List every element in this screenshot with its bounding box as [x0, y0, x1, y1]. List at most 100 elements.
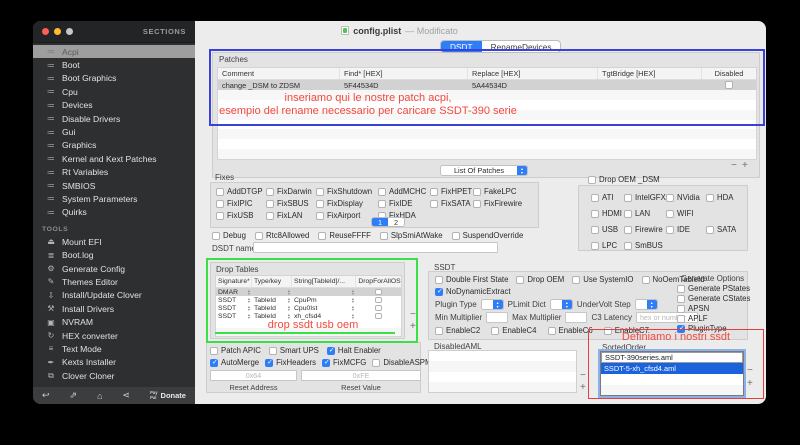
checkbox-enablec6[interactable]: EnableC6: [547, 326, 593, 335]
checkbox-nodynamicextract[interactable]: NoDynamicExtract: [435, 287, 511, 296]
tab-renamedevices[interactable]: RenameDevices: [482, 41, 561, 52]
checkbox-apsn[interactable]: APSN: [677, 304, 709, 313]
reset-value-field[interactable]: 0xFE: [301, 370, 421, 381]
checkbox-nvidia[interactable]: NVidia: [666, 193, 706, 202]
checkbox-disableaspm[interactable]: DisableASPM: [372, 358, 431, 367]
sidebar-item-devices[interactable]: ≔ Devices: [33, 99, 195, 112]
dsdt-name-field[interactable]: [253, 242, 498, 253]
checkbox-fixdarwin[interactable]: FixDarwin: [266, 187, 316, 196]
checkbox-enablec7[interactable]: EnableC7: [603, 326, 649, 335]
checkbox-addmchc[interactable]: AddMCHC: [378, 187, 430, 196]
checkbox-suspendoverride[interactable]: SuspendOverride: [451, 231, 523, 240]
checkbox-fixipic[interactable]: FixIPIC: [216, 199, 266, 208]
stepper-icon[interactable]: ▴ ▾: [288, 312, 290, 319]
checkbox-fixfirewire[interactable]: FixFirewire: [473, 199, 538, 208]
col-replace-hex[interactable]: Replace [HEX]: [468, 68, 598, 79]
checkbox-ide[interactable]: IDE: [666, 225, 706, 234]
tab-dsdt[interactable]: DSDT: [441, 41, 482, 52]
remove-sorted-order-button[interactable]: −: [747, 366, 753, 376]
sidebar-item-smbios[interactable]: ≔ SMBIOS: [33, 179, 195, 192]
stepper-icon[interactable]: ▴ ▾: [352, 296, 354, 303]
dropforallos-checkbox[interactable]: [375, 288, 382, 296]
donate-button[interactable]: Pay Pal Donate: [150, 391, 186, 400]
checkbox-generate-pstates[interactable]: Generate PStates: [677, 284, 750, 293]
checkbox-slpsmiatwake[interactable]: SlpSmiAtWake: [379, 231, 443, 240]
add-patch-button[interactable]: +: [742, 161, 748, 171]
checkbox-adddtgp[interactable]: AddDTGP: [216, 187, 266, 196]
dropforallos-checkbox[interactable]: [375, 296, 382, 304]
list-of-patches-dropdown[interactable]: List Of Patches ▴ ▾: [440, 165, 528, 176]
share-icon[interactable]: ⋖: [123, 390, 131, 401]
remove-disabled-aml-button[interactable]: −: [580, 371, 586, 381]
dropforallos-checkbox[interactable]: [375, 312, 382, 320]
zoom-button[interactable]: [66, 28, 73, 35]
checkbox-patch-apic[interactable]: Patch APIC: [210, 346, 261, 355]
plimit-dict-dropdown[interactable]: ▴ ▾: [549, 299, 573, 310]
checkbox-fixhpet[interactable]: FixHPET: [430, 187, 473, 196]
tool-generate-config[interactable]: ⚙ Generate Config: [33, 262, 195, 275]
drop-table-row[interactable]: SSDT ▴ ▾ TableId ▴ ▾ Cpu0Ist ▴ ▾: [216, 304, 401, 312]
checkbox-fixusb[interactable]: FixUSB: [216, 211, 266, 220]
fixes-page-1[interactable]: 1: [372, 218, 388, 226]
remove-patch-button[interactable]: −: [731, 161, 737, 171]
sidebar-item-kernel-kext-patches[interactable]: ≔ Kernel and Kext Patches: [33, 152, 195, 165]
checkbox-enablec4[interactable]: EnableC4: [491, 326, 537, 335]
stepper-icon[interactable]: ▴ ▾: [352, 312, 354, 319]
patch-table-row[interactable]: change _DSM to ZDSM 5F44534D 5A44534D: [218, 80, 756, 90]
remove-drop-table-button[interactable]: −: [410, 310, 416, 320]
plugin-type-dropdown[interactable]: ▴ ▾: [480, 299, 504, 310]
stepper-icon[interactable]: ▴ ▾: [248, 288, 250, 295]
stepper-icon[interactable]: ▴ ▾: [248, 296, 250, 303]
checkbox-usb[interactable]: USB: [591, 225, 624, 234]
sorted-order-item-selected[interactable]: SSDT-5-xh_cfsd4.aml: [601, 363, 743, 374]
reset-address-field[interactable]: 0x64: [210, 370, 297, 381]
checkbox-intelgfx[interactable]: IntelGFX: [624, 193, 666, 202]
col-disabled[interactable]: Disabled: [702, 68, 756, 79]
checkbox-lpc[interactable]: LPC: [591, 241, 624, 250]
checkbox-sata[interactable]: SATA: [706, 225, 747, 234]
checkbox-drop-oem-dsm[interactable]: Drop OEM _DSM: [588, 175, 660, 184]
sidebar-item-quirks[interactable]: ≔ Quirks: [33, 206, 195, 219]
checkbox-fixshutdown[interactable]: FixShutdown: [316, 187, 378, 196]
checkbox-fixairport[interactable]: FixAirport: [316, 211, 378, 220]
sidebar-item-boot-graphics[interactable]: ≔ Boot Graphics: [33, 72, 195, 85]
sidebar-item-disable-drivers[interactable]: ≔ Disable Drivers: [33, 112, 195, 125]
drop-table-row[interactable]: SSDT ▴ ▾ TableId ▴ ▾ CpuPm ▴ ▾: [216, 296, 401, 304]
checkbox-fakelpc[interactable]: FakeLPC: [473, 187, 538, 196]
checkbox-wifi[interactable]: WIFI: [666, 209, 706, 218]
tool-nvram[interactable]: ▣ NVRAM: [33, 315, 195, 328]
stepper-icon[interactable]: ▴ ▾: [288, 288, 290, 295]
checkbox-debug[interactable]: Debug: [212, 231, 246, 240]
close-button[interactable]: [42, 28, 49, 35]
checkbox-fixide[interactable]: FixIDE: [378, 199, 430, 208]
checkbox-fixlan[interactable]: FixLAN: [266, 211, 316, 220]
checkbox-generate-cstates[interactable]: Generate CStates: [677, 294, 750, 303]
checkbox-fixheaders[interactable]: FixHeaders: [265, 358, 316, 367]
max-multiplier-field[interactable]: [565, 312, 588, 323]
tool-mount-efi[interactable]: ⏏ Mount EFI: [33, 235, 195, 248]
stepper-icon[interactable]: ▴ ▾: [288, 304, 290, 311]
checkbox-drop-oem[interactable]: Drop OEM: [516, 275, 564, 284]
checkbox-smbus[interactable]: SmBUS: [624, 241, 666, 250]
checkbox-fixmcfg[interactable]: FixMCFG: [322, 358, 366, 367]
add-drop-table-button[interactable]: +: [410, 322, 416, 332]
stepper-icon[interactable]: ▴ ▾: [352, 304, 354, 311]
checkbox-firewire[interactable]: Firewire: [624, 225, 666, 234]
checkbox-ati[interactable]: ATI: [591, 193, 624, 202]
fixes-page-2[interactable]: 2: [388, 218, 404, 226]
col-find-hex[interactable]: Find* [HEX]: [340, 68, 468, 79]
tool-text-mode[interactable]: ≡ Text Mode: [33, 342, 195, 355]
checkbox-hdmi[interactable]: HDMI: [591, 209, 624, 218]
tool-themes-editor[interactable]: ✎ Themes Editor: [33, 275, 195, 288]
checkbox-fixsbus[interactable]: FixSBUS: [266, 199, 316, 208]
patch-disabled-checkbox[interactable]: [725, 81, 733, 89]
tool-install-update-clover[interactable]: ⇩ Install/Update Clover: [33, 289, 195, 302]
checkbox-use-systemio[interactable]: Use SystemIO: [572, 275, 634, 284]
col-comment[interactable]: Comment: [218, 68, 340, 79]
home-icon[interactable]: ⌂: [97, 391, 102, 401]
sidebar-item-rt-variables[interactable]: ≔ Rt Variables: [33, 166, 195, 179]
stepper-icon[interactable]: ▴ ▾: [352, 288, 354, 295]
checkbox-fixdisplay[interactable]: FixDisplay: [316, 199, 378, 208]
stepper-icon[interactable]: ▴ ▾: [248, 312, 250, 319]
minimize-button[interactable]: [54, 28, 61, 35]
